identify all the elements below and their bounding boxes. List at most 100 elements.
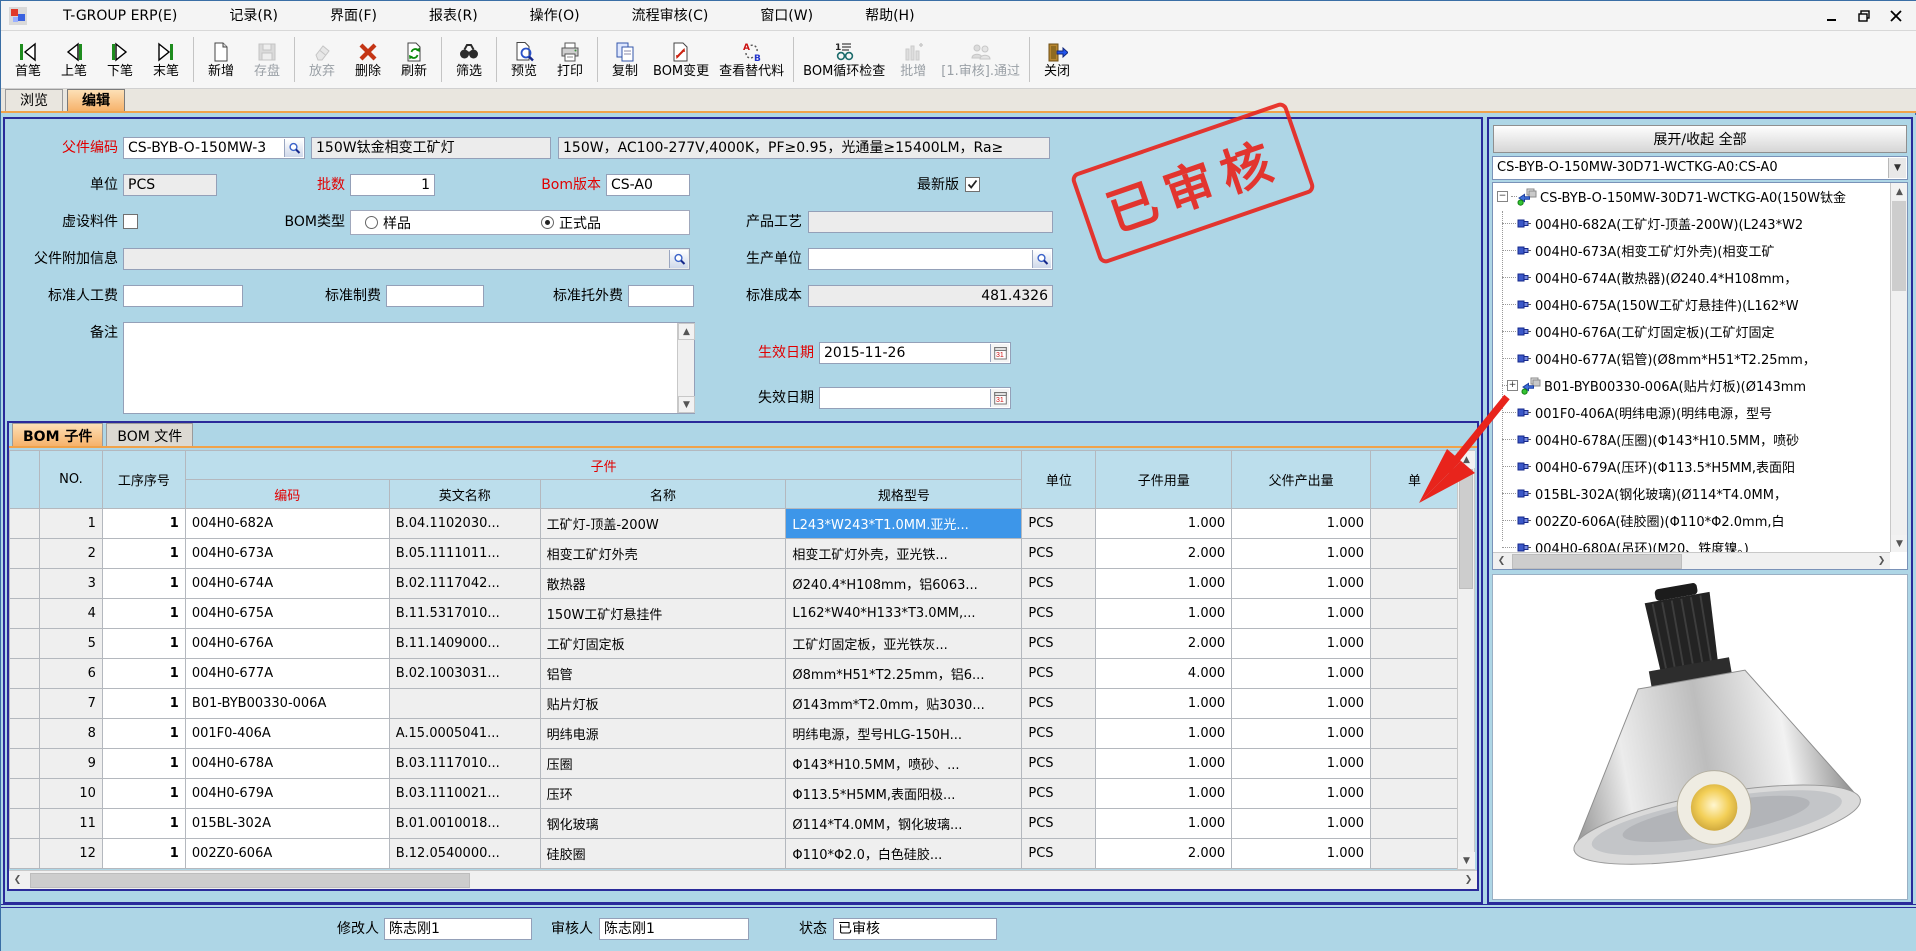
tree-node[interactable]: 004H0-674A(散热器)(Ø240.4*H108mm， [1493, 264, 1890, 291]
cell-no[interactable]: 2 [39, 539, 102, 569]
tree-node[interactable]: 004H0-678A(压圈)(Φ143*H10.5MM，喷砂 [1493, 426, 1890, 453]
cell-sel[interactable] [10, 809, 40, 839]
cell-no[interactable]: 3 [39, 569, 102, 599]
cell-qty[interactable]: 1.000 [1096, 749, 1232, 779]
tree-node[interactable]: 004H0-676A(工矿灯固定板)(工矿灯固定 [1493, 318, 1890, 345]
close-button[interactable] [1887, 7, 1905, 25]
cell-spec[interactable]: Ø8mm*H51*T2.25mm，铝6... [786, 659, 1022, 689]
chevron-down-icon[interactable]: ▼ [1888, 158, 1906, 178]
cell-en[interactable]: B.11.1409000... [389, 629, 540, 659]
cell-spec[interactable]: Φ143*H10.5MM，喷砂、... [786, 749, 1022, 779]
menu-item-6[interactable]: 窗口(W) [734, 1, 839, 31]
cell-name[interactable]: 压圈 [540, 749, 786, 779]
toolbar-button-bom-check[interactable]: 1BOM循环检查 [798, 31, 890, 88]
cell-qty[interactable]: 1.000 [1096, 809, 1232, 839]
effective-date-field[interactable]: 2015-11-26 31 [819, 342, 1011, 364]
cell-sel[interactable] [10, 689, 40, 719]
cell-extra[interactable] [1371, 809, 1459, 839]
tab-edit[interactable]: 编辑 [67, 89, 125, 111]
cell-unit[interactable]: PCS [1022, 569, 1096, 599]
cell-no[interactable]: 7 [39, 689, 102, 719]
cell-sel[interactable] [10, 599, 40, 629]
cell-en[interactable]: B.04.1102030... [389, 509, 540, 539]
remark-field[interactable]: ▲ ▼ [123, 322, 695, 414]
toolbar-button-copy[interactable]: 复制 [602, 31, 648, 88]
column-header-code[interactable]: 编码 [185, 480, 389, 509]
cell-pqty[interactable]: 1.000 [1232, 659, 1371, 689]
cell-extra[interactable] [1371, 509, 1459, 539]
cell-qty[interactable]: 1.000 [1096, 569, 1232, 599]
cell-name[interactable]: 贴片灯板 [540, 689, 786, 719]
menu-item-0[interactable]: T-GROUP ERP(E) [37, 1, 203, 31]
dummy-part-checkbox[interactable] [123, 214, 138, 229]
toolbar-button-first[interactable]: 首笔 [5, 31, 51, 88]
tree-node[interactable]: 004H0-673A(相变工矿灯外壳)(相变工矿 [1493, 237, 1890, 264]
cell-sel[interactable] [10, 779, 40, 809]
column-header-name[interactable]: 名称 [540, 480, 786, 509]
menu-item-5[interactable]: 流程审核(C) [606, 1, 735, 31]
toolbar-button-prev[interactable]: 上笔 [51, 31, 97, 88]
tree-node[interactable]: 015BL-302A(钢化玻璃)(Ø114*T4.0MM， [1493, 480, 1890, 507]
cell-no[interactable]: 6 [39, 659, 102, 689]
cell-code[interactable]: 002Z0-606A [185, 839, 389, 869]
bom-type-formal-radio[interactable]: 正式品 [541, 213, 601, 233]
std-make-field[interactable] [386, 285, 484, 307]
cell-no[interactable]: 12 [39, 839, 102, 869]
cell-pqty[interactable]: 1.000 [1232, 539, 1371, 569]
menu-item-7[interactable]: 帮助(H) [839, 1, 940, 31]
toolbar-button-close[interactable]: 关闭 [1034, 31, 1080, 88]
grid-horizontal-scrollbar[interactable]: ❮ ❯ [9, 870, 1477, 889]
cell-no[interactable]: 9 [39, 749, 102, 779]
cell-extra[interactable] [1371, 689, 1459, 719]
cell-code[interactable]: 015BL-302A [185, 809, 389, 839]
tree-node[interactable]: 004H0-677A(铝管)(Ø8mm*H51*T2.25mm， [1493, 345, 1890, 372]
cell-spec[interactable]: L243*W243*T1.0MM.亚光... [786, 509, 1022, 539]
toolbar-button-refresh[interactable]: 刷新 [391, 31, 437, 88]
cell-spec[interactable]: Ø240.4*H108mm，铝6063... [786, 569, 1022, 599]
scrollbar-thumb[interactable] [1512, 554, 1682, 569]
cell-unit[interactable]: PCS [1022, 659, 1096, 689]
scroll-down-icon[interactable]: ▼ [1891, 535, 1908, 552]
column-header-spec[interactable]: 规格型号 [786, 480, 1022, 509]
tab-bom-files[interactable]: BOM 文件 [106, 423, 193, 446]
cell-qty[interactable]: 1.000 [1096, 599, 1232, 629]
cell-qty[interactable]: 4.000 [1096, 659, 1232, 689]
remark-scrollbar[interactable]: ▲ ▼ [677, 323, 694, 413]
tree-node[interactable]: 004H0-680A(吊环)(M20、铁度镍。) [1493, 534, 1890, 552]
cell-sel[interactable] [10, 839, 40, 869]
cell-pqty[interactable]: 1.000 [1232, 749, 1371, 779]
cell-sel[interactable] [10, 509, 40, 539]
cell-pqty[interactable]: 1.000 [1232, 509, 1371, 539]
parent-code-field[interactable]: CS-BYB-O-150MW-3 [123, 137, 305, 159]
bom-version-field[interactable]: CS-A0 [606, 174, 690, 196]
tree-horizontal-scrollbar[interactable]: ❮ ❯ [1493, 552, 1890, 569]
scroll-up-icon[interactable]: ▲ [678, 323, 695, 340]
cell-name[interactable]: 散热器 [540, 569, 786, 599]
cell-name[interactable]: 钢化玻璃 [540, 809, 786, 839]
cell-seq[interactable]: 1 [102, 809, 185, 839]
grid-vertical-scrollbar[interactable]: ▲ ▼ [1457, 450, 1475, 870]
cell-name[interactable]: 工矿灯固定板 [540, 629, 786, 659]
toolbar-button-preview[interactable]: 预览 [501, 31, 547, 88]
cell-en[interactable] [389, 689, 540, 719]
cell-sel[interactable] [10, 629, 40, 659]
cell-sel[interactable] [10, 659, 40, 689]
cell-name[interactable]: 工矿灯-顶盖-200W [540, 509, 786, 539]
std-out-field[interactable] [628, 285, 694, 307]
cell-code[interactable]: 004H0-677A [185, 659, 389, 689]
cell-unit[interactable]: PCS [1022, 749, 1096, 779]
bom-version-combo[interactable]: CS-BYB-O-150MW-30D71-WCTKG-A0:CS-A0 ▼ [1492, 156, 1908, 180]
parent-extra-lookup-icon[interactable] [669, 250, 688, 268]
cell-no[interactable]: 1 [39, 509, 102, 539]
prod-unit-field[interactable] [808, 248, 1053, 270]
scrollbar-thumb[interactable] [30, 873, 470, 888]
scroll-right-icon[interactable]: ❯ [1873, 553, 1890, 570]
column-header-en[interactable]: 英文名称 [389, 480, 540, 509]
cell-en[interactable]: B.11.5317010... [389, 599, 540, 629]
column-header-sel[interactable] [10, 451, 40, 509]
cell-seq[interactable]: 1 [102, 839, 185, 869]
toolbar-button-delete[interactable]: 删除 [345, 31, 391, 88]
cell-extra[interactable] [1371, 599, 1459, 629]
collapse-icon[interactable]: − [1497, 191, 1508, 202]
expand-collapse-all-button[interactable]: 展开/收起 全部 [1493, 125, 1907, 153]
